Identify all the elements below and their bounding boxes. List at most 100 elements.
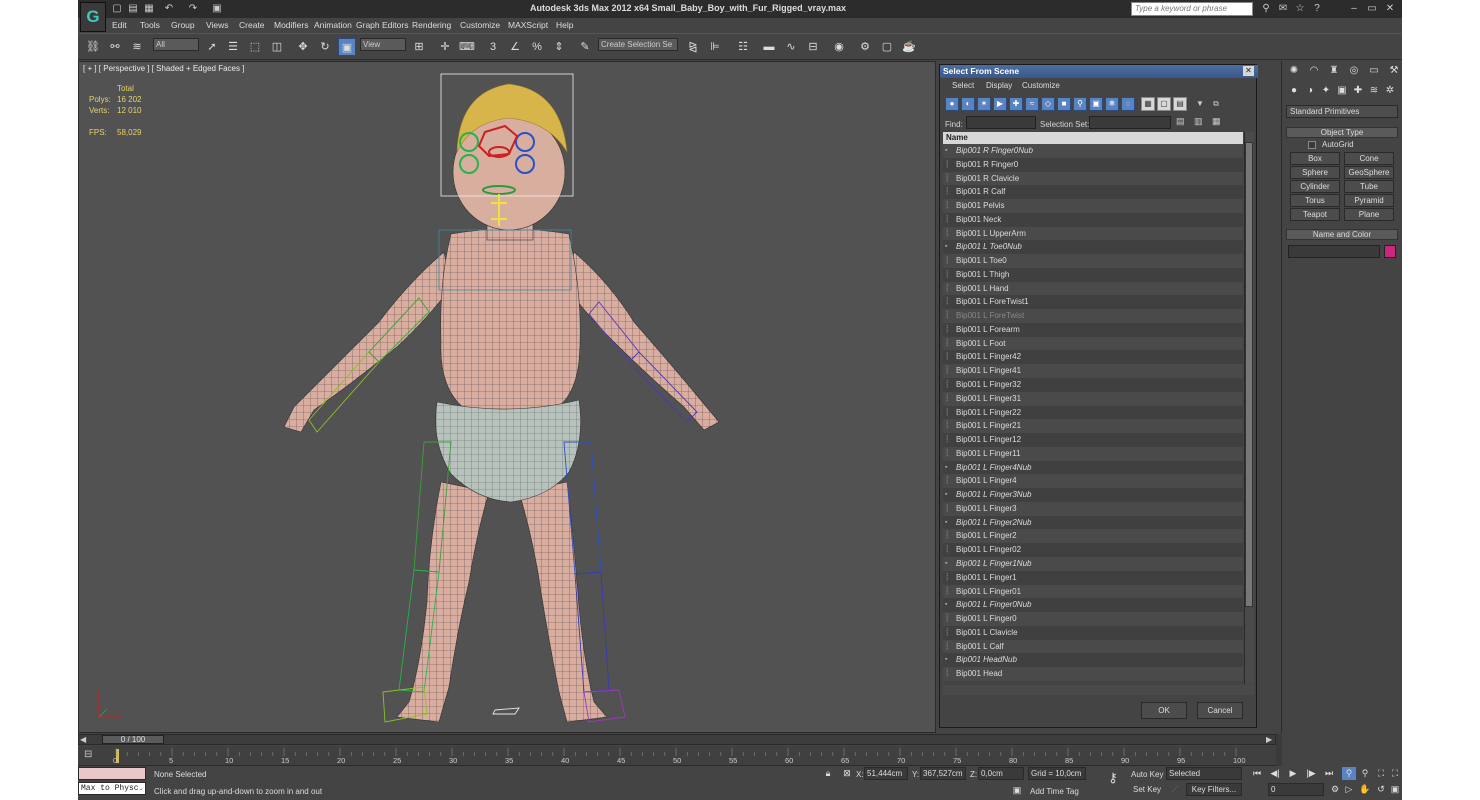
set-key-button[interactable]: Set Key — [1133, 785, 1161, 794]
name-column-header[interactable]: Name — [943, 132, 1243, 144]
menu-rendering[interactable]: Rendering — [412, 20, 451, 30]
rect-region-icon[interactable]: ⬚ — [246, 38, 264, 56]
list-item[interactable]: ┊ Bip001 L Finger32 — [943, 378, 1243, 392]
object-name-input[interactable] — [1288, 245, 1380, 258]
autogrid-checkbox[interactable] — [1308, 141, 1316, 149]
binoculars-icon[interactable]: ⚲ — [1258, 2, 1274, 16]
list-item[interactable]: ┊ Bip001 R Finger0 — [943, 157, 1243, 172]
schematic-view-icon[interactable]: ⊟ — [804, 38, 822, 56]
curve-editor-icon[interactable]: ∿ — [782, 38, 800, 56]
maxscript-listener-input[interactable]: Max to Physc. — [78, 782, 146, 795]
select-none-icon[interactable]: ▢ — [1157, 97, 1171, 111]
mirror-icon[interactable]: ⧎ — [684, 38, 702, 56]
edit-selection-set-icon[interactable]: ▥ — [1194, 116, 1208, 129]
list-item[interactable]: ┊ Bip001 L Finger3 — [943, 501, 1243, 516]
list-item[interactable]: ▪ Bip001 L Toe0Nub — [943, 240, 1243, 255]
time-tag-icon[interactable]: ▣ — [1010, 784, 1024, 797]
list-item[interactable]: ▪ Bip001 HeadNub — [943, 653, 1243, 668]
display-groups-icon[interactable]: ◇ — [1041, 97, 1055, 111]
bind-space-warp-icon[interactable]: ≋ — [128, 38, 146, 56]
box-button[interactable]: Box — [1290, 152, 1340, 165]
list-item[interactable]: ┊ Bip001 L Finger22 — [943, 405, 1243, 420]
cone-button[interactable]: Cone — [1344, 152, 1394, 165]
dialog-menu-customize[interactable]: Customize — [1022, 81, 1060, 90]
shapes-icon[interactable]: ◑ — [1302, 83, 1318, 99]
sphere-button[interactable]: Sphere — [1290, 166, 1340, 179]
close-icon[interactable]: ✕ — [1382, 2, 1398, 16]
name-color-rollout[interactable]: Name and Color — [1286, 229, 1398, 240]
list-item[interactable]: ▪ Bip001 L Finger4Nub — [943, 460, 1243, 475]
render-production-icon[interactable]: ☕ — [900, 38, 918, 56]
hierarchy-tab-icon[interactable]: ♜ — [1326, 63, 1342, 79]
align-icon[interactable]: ⊫ — [706, 38, 724, 56]
plane-button[interactable]: Plane — [1344, 208, 1394, 221]
menu-group[interactable]: Group — [171, 20, 195, 30]
z-coordinate-field[interactable]: 0,0cm — [978, 767, 1024, 780]
zoom-extents-all-icon[interactable]: ⛶ — [1388, 767, 1402, 780]
menu-customize[interactable]: Customize — [460, 20, 500, 30]
key-filters-button[interactable]: Key Filters... — [1186, 783, 1242, 796]
select-manipulate-icon[interactable]: ✛ — [436, 38, 454, 56]
orbit-icon[interactable]: ↺ — [1374, 783, 1388, 796]
menu-animation[interactable]: Animation — [314, 20, 352, 30]
open-icon[interactable]: ▤ — [126, 2, 140, 16]
new-icon[interactable]: ▢ — [110, 2, 124, 16]
menu-edit[interactable]: Edit — [112, 20, 127, 30]
dialog-menu-display[interactable]: Display — [986, 81, 1012, 90]
list-item[interactable]: ┊ Bip001 L Finger4 — [943, 474, 1243, 489]
scale-icon[interactable]: ▣ — [338, 38, 356, 56]
communication-center-icon[interactable]: ✉ — [1275, 2, 1291, 16]
filter-icon[interactable]: ▼ — [1193, 97, 1207, 111]
menu-tools[interactable]: Tools — [140, 20, 160, 30]
prev-frame-icon[interactable]: ◀ — [80, 735, 90, 744]
help-icon[interactable]: ? — [1309, 2, 1325, 16]
list-item[interactable]: ┊ Bip001 L ForeTwist1 — [943, 295, 1243, 310]
perspective-viewport[interactable]: [ + ] [ Perspective ] [ Shaded + Edged F… — [78, 61, 936, 733]
zoom-extents-icon[interactable]: ⛶ — [1374, 767, 1388, 780]
list-item[interactable]: ┊ Bip001 L Finger11 — [943, 446, 1243, 461]
display-lights-icon[interactable]: ✶ — [977, 97, 991, 111]
key-icon[interactable]: ⚷ — [1102, 771, 1124, 784]
select-object-icon[interactable]: ➚ — [203, 38, 221, 56]
menu-maxscript[interactable]: MAXScript — [508, 20, 548, 30]
category-dropdown[interactable]: Standard Primitives — [1286, 105, 1398, 118]
favorites-icon[interactable]: ☆ — [1292, 2, 1308, 16]
display-tab-icon[interactable]: ▭ — [1366, 63, 1382, 79]
material-editor-icon[interactable]: ◉ — [830, 38, 848, 56]
list-item[interactable]: ┊ Bip001 Head — [943, 667, 1243, 681]
field-of-view-icon[interactable]: ▷ — [1342, 783, 1356, 796]
rendered-frame-window-icon[interactable]: ▢ — [878, 38, 896, 56]
zoom-icon[interactable]: ⚲ — [1342, 767, 1356, 780]
display-shapes-icon[interactable]: ◐ — [961, 97, 975, 111]
undo-icon[interactable]: ↶ — [162, 2, 176, 16]
spinner-snap-icon[interactable]: ⇕ — [550, 38, 568, 56]
time-slider[interactable] — [78, 734, 1276, 745]
list-item[interactable]: ┊ Bip001 L Finger0 — [943, 612, 1243, 626]
list-item[interactable]: ┊ Bip001 R Calf — [943, 185, 1243, 200]
list-horizontal-scrollbar[interactable] — [943, 685, 1254, 695]
list-item[interactable]: ┊ Bip001 L Thigh — [943, 267, 1243, 282]
graphite-ribbon-icon[interactable]: ▬ — [760, 38, 778, 56]
lights-icon[interactable]: ✦ — [1318, 83, 1334, 99]
modify-tab-icon[interactable]: ◠ — [1306, 63, 1322, 79]
menu-views[interactable]: Views — [206, 20, 229, 30]
zoom-all-icon[interactable]: ⚲ — [1358, 767, 1372, 780]
list-item[interactable]: ┊ Bip001 L UpperArm — [943, 226, 1243, 241]
add-time-tag[interactable]: Add Time Tag — [1030, 787, 1079, 796]
list-item[interactable]: ┊ Bip001 L ForeTwist — [943, 309, 1243, 323]
list-item[interactable]: ┊ Bip001 Neck — [943, 212, 1243, 227]
list-item[interactable]: ▪ Bip001 L Finger3Nub — [943, 488, 1243, 502]
helpers-icon[interactable]: ✚ — [1350, 83, 1366, 99]
pan-icon[interactable]: ✋ — [1358, 783, 1372, 796]
motion-tab-icon[interactable]: ◎ — [1346, 63, 1362, 79]
torus-button[interactable]: Torus — [1290, 194, 1340, 207]
display-geometry-icon[interactable]: ● — [945, 97, 959, 111]
current-frame-field[interactable]: 0 — [1268, 783, 1324, 796]
maxscript-listener-top[interactable] — [78, 767, 146, 780]
hierarchy-filter-icon[interactable]: ⧉ — [1209, 97, 1223, 111]
absolute-mode-icon[interactable]: ⊠ — [840, 767, 854, 780]
maximize-viewport-icon[interactable]: ▣ — [1388, 783, 1402, 796]
list-item[interactable]: ┊ Bip001 L Finger31 — [943, 391, 1243, 406]
display-containers-icon[interactable]: ▣ — [1089, 97, 1103, 111]
list-item[interactable]: ┊ Bip001 L Foot — [943, 336, 1243, 351]
